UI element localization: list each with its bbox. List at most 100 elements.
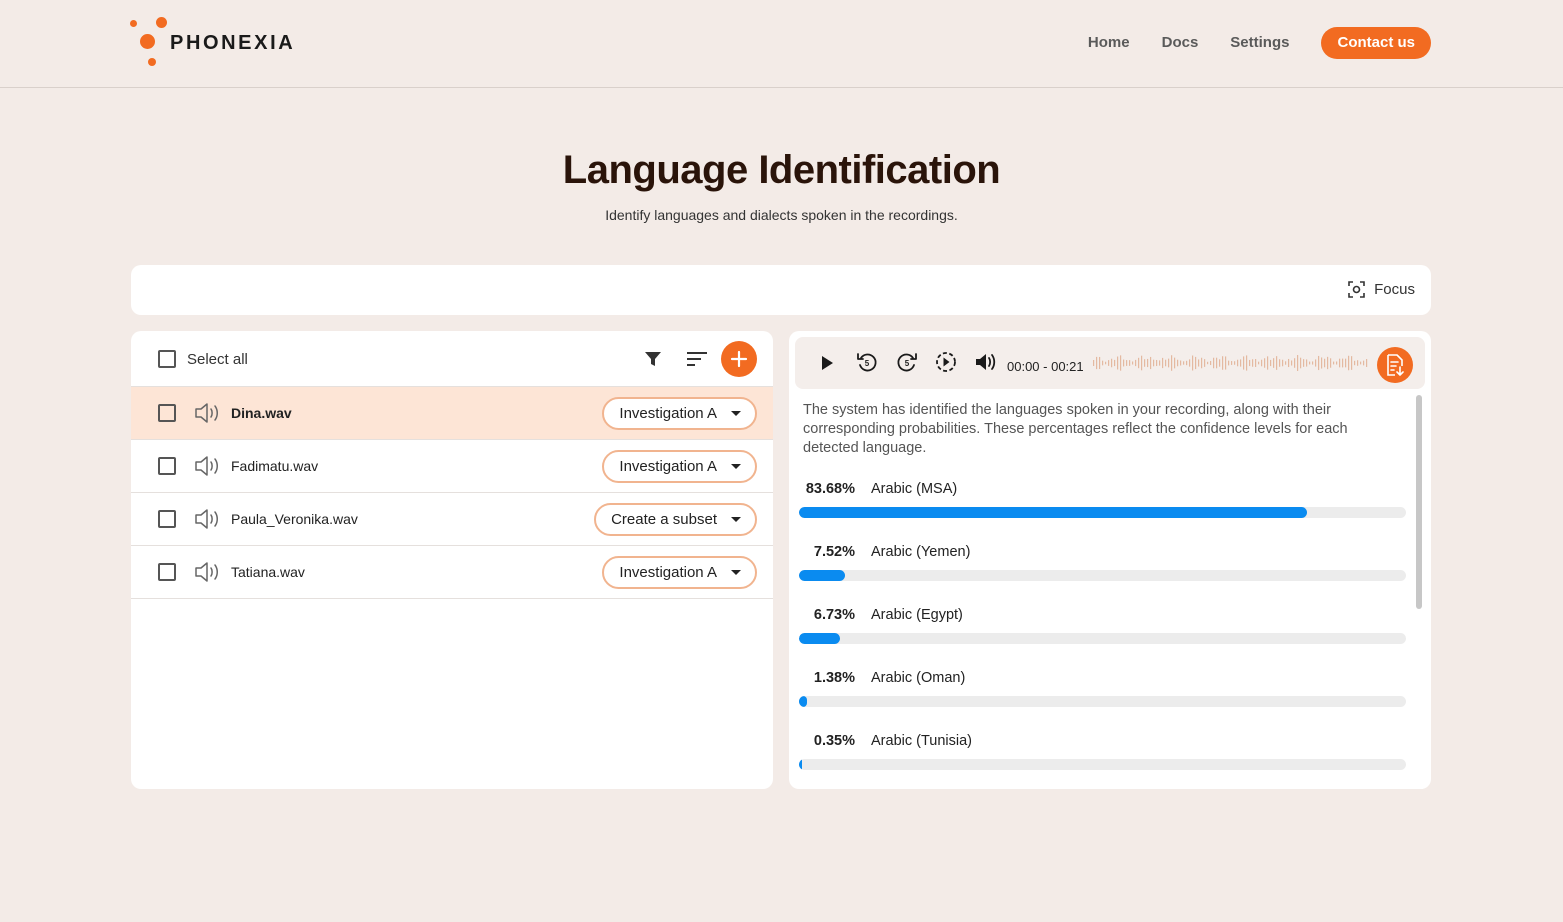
waveform-bar — [1300, 357, 1302, 369]
document-download-icon — [1387, 354, 1404, 376]
main-nav: Home Docs Settings Contact us — [1088, 27, 1431, 59]
rewind-5-icon[interactable]: 5 — [856, 351, 878, 373]
caret-down-icon — [731, 411, 741, 416]
plus-icon — [730, 350, 748, 368]
logo-dot — [130, 20, 137, 27]
waveform-bar — [1255, 359, 1257, 367]
nav-home[interactable]: Home — [1088, 27, 1130, 59]
speaker-icon[interactable] — [194, 508, 220, 530]
caret-down-icon — [731, 517, 741, 522]
waveform-bar — [1279, 359, 1281, 367]
waveform-bar — [1270, 359, 1272, 367]
svg-text:5: 5 — [865, 359, 870, 368]
probability-bar-track — [799, 507, 1406, 518]
probability-bar-fill — [799, 633, 840, 644]
waveform-bar — [1306, 359, 1308, 367]
speaker-icon[interactable] — [194, 455, 220, 477]
nav-settings[interactable]: Settings — [1230, 27, 1289, 59]
language-percent: 83.68% — [805, 481, 855, 497]
results-panel: 5 5 00:00 - 00:21 The system has identif… — [789, 331, 1431, 789]
waveform-bar — [1267, 356, 1269, 370]
waveform-bar — [1183, 361, 1185, 365]
export-report-button[interactable] — [1377, 347, 1413, 383]
group-dropdown[interactable]: Create a subset — [594, 503, 757, 536]
file-checkbox[interactable] — [158, 457, 176, 475]
file-row[interactable]: Tatiana.wav Investigation A — [131, 546, 773, 599]
caret-down-icon — [731, 464, 741, 469]
waveform-bar — [1219, 359, 1221, 367]
waveform-bar — [1111, 358, 1113, 368]
waveform-bar — [1117, 356, 1119, 370]
playback-speed-icon[interactable] — [935, 351, 957, 373]
waveform-bar — [1330, 358, 1332, 368]
file-checkbox[interactable] — [158, 404, 176, 422]
group-dropdown[interactable]: Investigation A — [602, 556, 757, 589]
nav-docs[interactable]: Docs — [1162, 27, 1199, 59]
sort-icon[interactable] — [687, 351, 707, 367]
file-checkbox[interactable] — [158, 510, 176, 528]
top-header: PHONEXIA Home Docs Settings Contact us — [0, 0, 1563, 88]
waveform-bar — [1234, 361, 1236, 365]
waveform-bar — [1324, 358, 1326, 368]
waveform-bar — [1366, 359, 1368, 367]
group-dropdown[interactable]: Investigation A — [602, 397, 757, 430]
language-name: Arabic (Tunisia) — [871, 733, 972, 749]
select-all-label: Select all — [187, 351, 248, 368]
brand-name: PHONEXIA — [170, 32, 296, 54]
contact-us-button[interactable]: Contact us — [1321, 27, 1431, 59]
waveform-bar — [1240, 359, 1242, 367]
waveform-bar — [1174, 357, 1176, 369]
speaker-icon[interactable] — [194, 402, 220, 424]
play-icon[interactable] — [819, 354, 835, 372]
waveform-bar — [1246, 355, 1248, 371]
file-row[interactable]: Dina.wav Investigation A — [131, 387, 773, 440]
file-row[interactable]: Paula_Veronika.wav Create a subset — [131, 493, 773, 546]
waveform-bar — [1156, 359, 1158, 367]
language-result: 83.68% Arabic (MSA) — [799, 481, 1406, 531]
file-name: Paula_Veronika.wav — [231, 511, 358, 527]
waveform-bar — [1096, 356, 1098, 370]
group-dropdown-value: Investigation A — [619, 405, 717, 422]
file-list-toolbar: Select all — [131, 331, 773, 387]
waveform-bar — [1225, 356, 1227, 370]
waveform-bar — [1105, 361, 1107, 365]
file-name: Tatiana.wav — [231, 564, 305, 580]
volume-icon[interactable] — [975, 352, 997, 372]
waveform-bar — [1249, 359, 1251, 367]
waveform-bar — [1150, 356, 1152, 370]
probability-bar-track — [799, 759, 1406, 770]
group-dropdown[interactable]: Investigation A — [602, 450, 757, 483]
waveform-bar — [1162, 357, 1164, 369]
file-checkbox[interactable] — [158, 563, 176, 581]
svg-text:5: 5 — [905, 359, 910, 368]
group-dropdown-value: Create a subset — [611, 511, 717, 528]
file-name: Fadimatu.wav — [231, 458, 319, 474]
waveform-bar — [1315, 359, 1317, 367]
waveform-bar — [1309, 361, 1311, 365]
waveform-bar — [1345, 358, 1347, 368]
speaker-icon[interactable] — [194, 561, 220, 583]
language-result: 0.35% Arabic (Tunisia) — [799, 733, 1406, 783]
select-all-checkbox[interactable] — [158, 350, 176, 368]
probability-bar-fill — [799, 507, 1307, 518]
waveform-bar — [1285, 361, 1287, 365]
add-file-button[interactable] — [721, 341, 757, 377]
waveform-bar — [1276, 356, 1278, 370]
waveform-bar — [1303, 359, 1305, 367]
waveform-bar — [1093, 360, 1095, 366]
file-row[interactable]: Fadimatu.wav Investigation A — [131, 440, 773, 493]
phonexia-logo[interactable]: PHONEXIA — [130, 16, 310, 68]
results-scrollbar-thumb[interactable] — [1416, 395, 1422, 609]
language-percent: 0.35% — [813, 733, 855, 749]
waveform-bar — [1321, 357, 1323, 369]
logo-dot — [156, 17, 167, 28]
waveform-bar — [1360, 361, 1362, 365]
forward-5-icon[interactable]: 5 — [896, 351, 918, 373]
waveform-bar — [1192, 355, 1194, 371]
waveform-bar — [1102, 360, 1104, 366]
waveform-bar — [1099, 356, 1101, 370]
filter-icon[interactable] — [644, 350, 662, 368]
focus-button[interactable]: Focus — [1348, 281, 1415, 298]
waveform[interactable] — [1093, 351, 1369, 375]
language-percent: 7.52% — [813, 544, 855, 560]
